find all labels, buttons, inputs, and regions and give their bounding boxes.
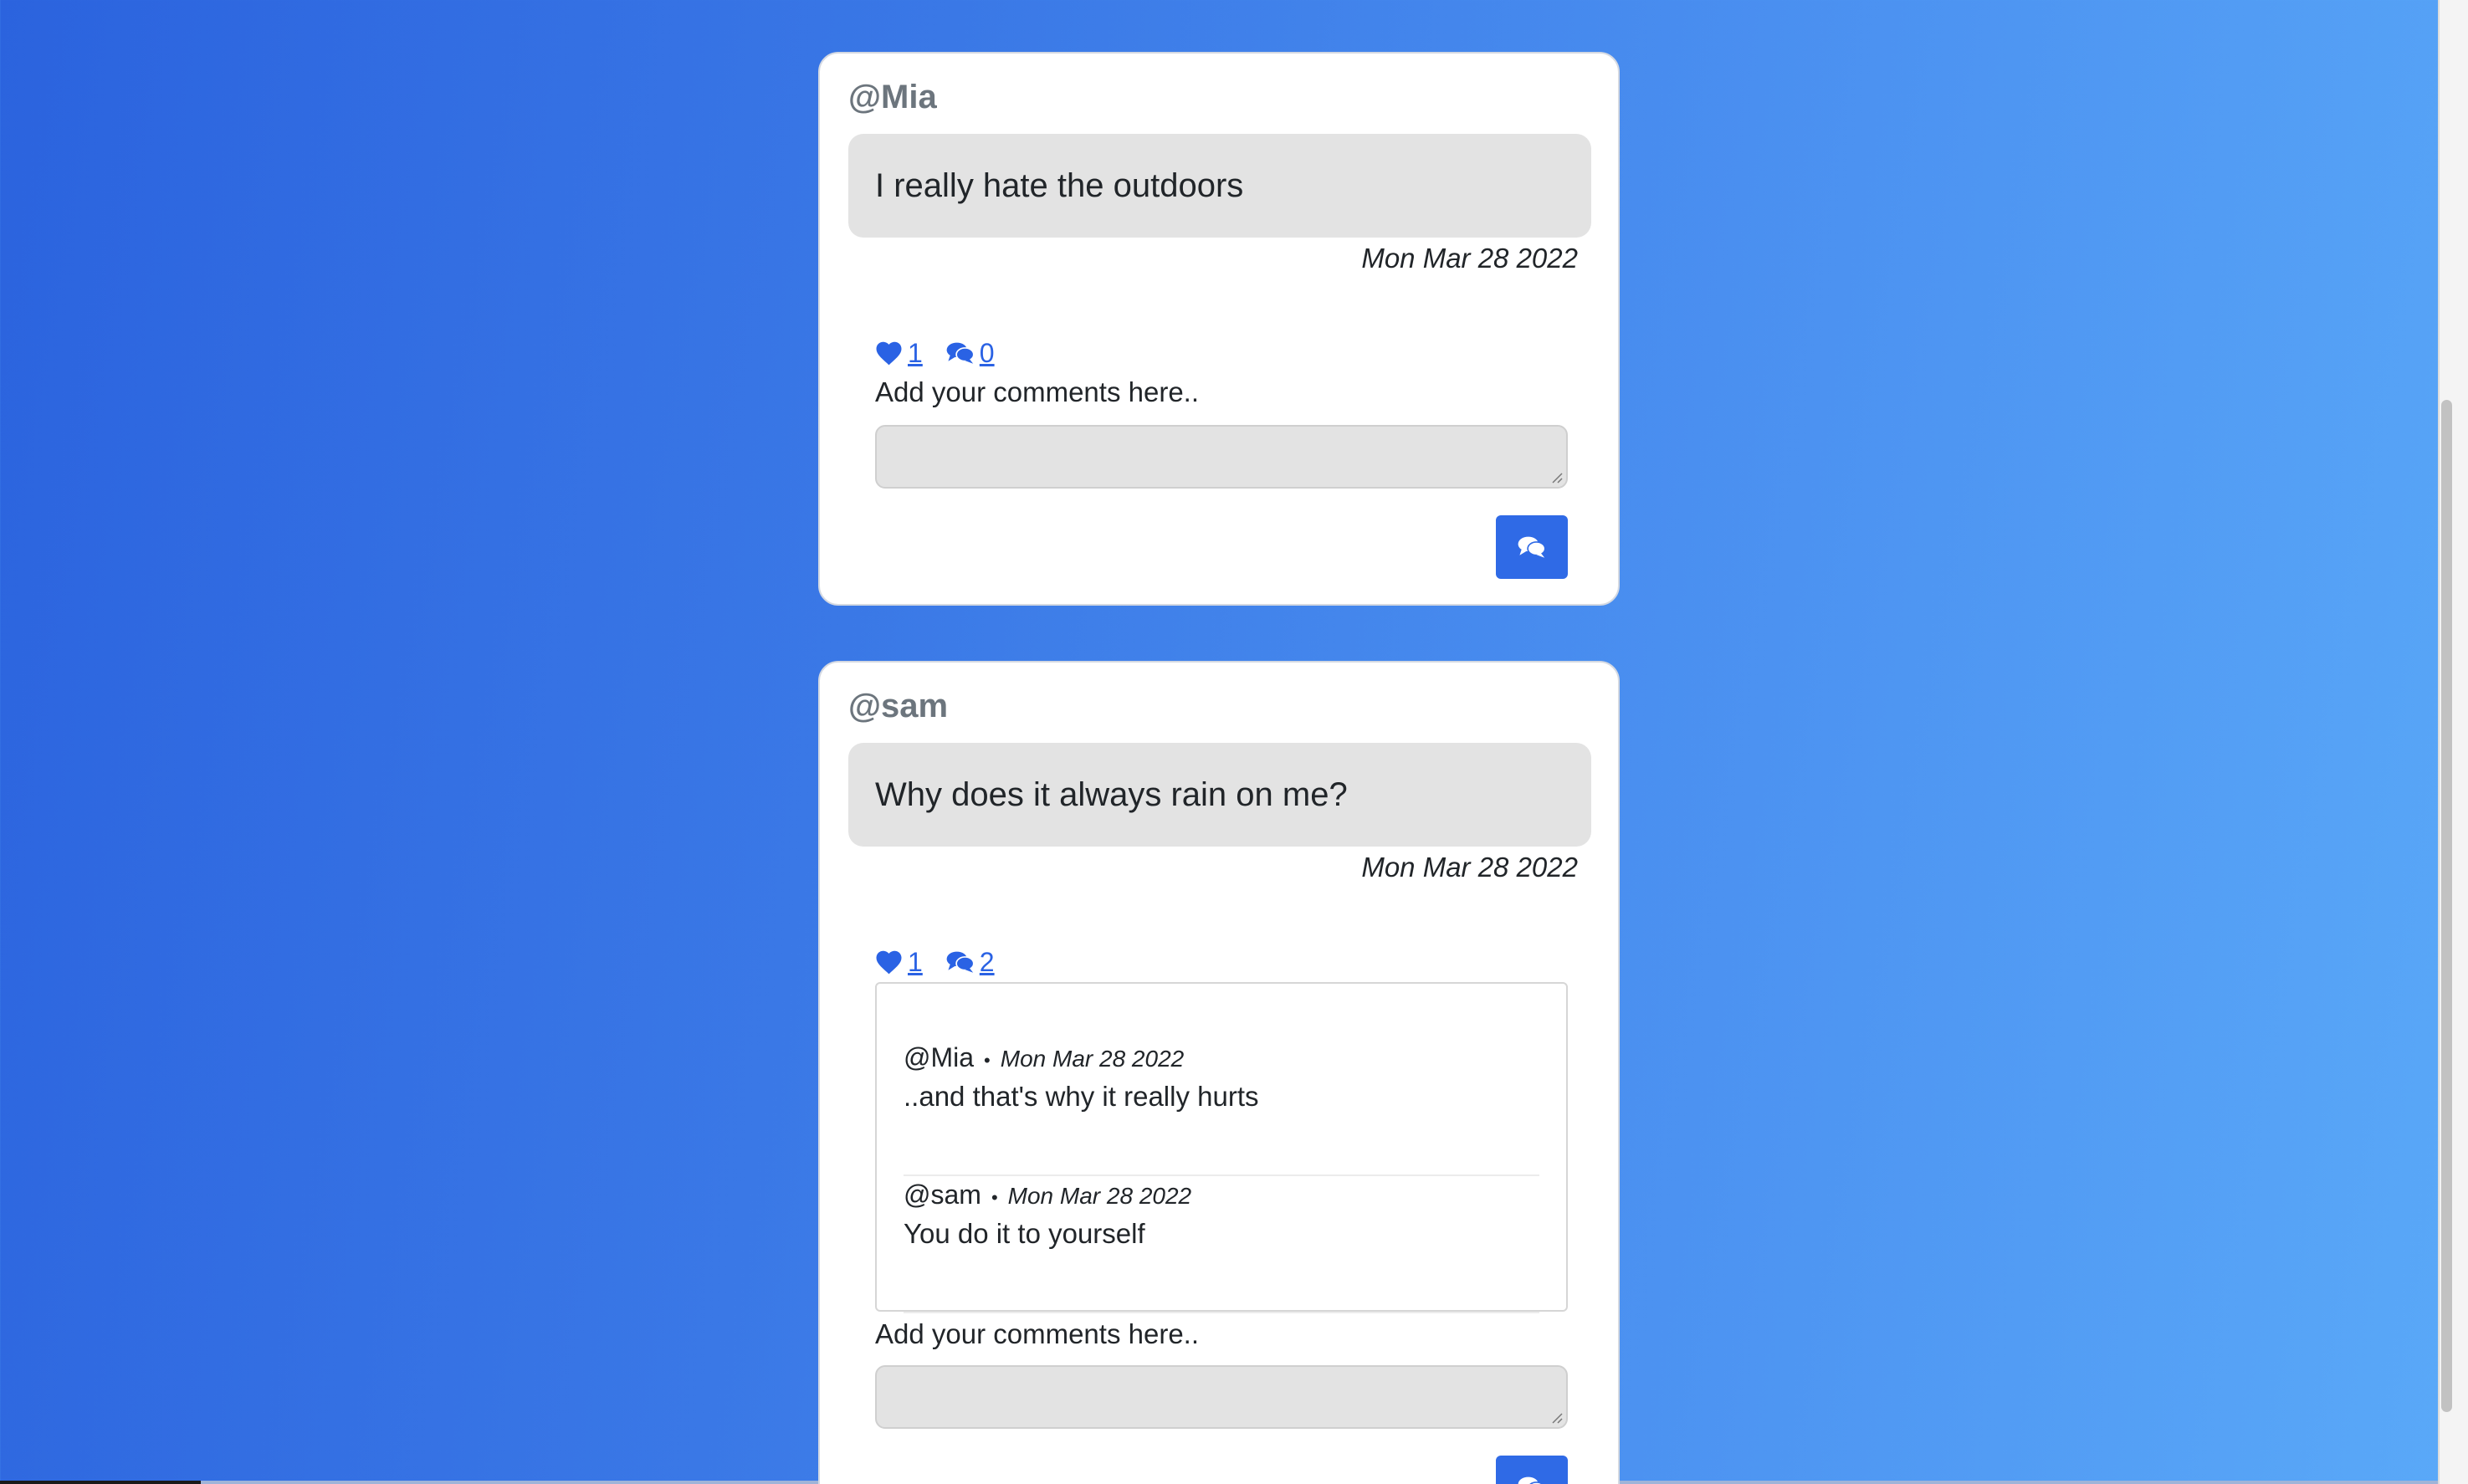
post-text-bubble: Why does it always rain on me? <box>848 743 1591 847</box>
send-comment-button[interactable] <box>1496 1456 1568 1484</box>
comment-text: You do it to yourself <box>904 1218 1145 1249</box>
post-date: Mon Mar 28 2022 <box>1361 243 1578 274</box>
resize-grip-icon[interactable] <box>1551 1412 1563 1424</box>
like-button[interactable]: 1 <box>875 947 923 978</box>
like-count: 1 <box>908 337 923 368</box>
comment-count-button[interactable]: 0 <box>946 338 995 369</box>
comment-author[interactable]: @Mia <box>904 1042 974 1073</box>
comment-date: Mon Mar 28 2022 <box>1007 1183 1192 1209</box>
like-button[interactable]: 1 <box>875 338 923 369</box>
comment-textarea[interactable] <box>875 1365 1568 1429</box>
comment-meta: @sam • Mon Mar 28 2022 <box>904 1180 1191 1210</box>
post-card: @Mia I really hate the outdoors Mon Mar … <box>818 52 1620 606</box>
comments-icon <box>1518 536 1546 558</box>
comments-icon <box>1518 1476 1544 1484</box>
window-bottom-edge-dark <box>0 1481 201 1484</box>
meta-separator: • <box>991 1187 998 1208</box>
post-date: Mon Mar 28 2022 <box>1361 852 1578 883</box>
comment-text: ..and that's why it really hurts <box>904 1081 1259 1112</box>
post-text-bubble: I really hate the outdoors <box>848 134 1591 238</box>
post-counters: 1 2 <box>875 944 995 980</box>
comments-list: @Mia • Mon Mar 28 2022 ..and that's why … <box>875 982 1568 1313</box>
post-counters: 1 0 <box>875 335 995 371</box>
like-count: 1 <box>908 946 923 977</box>
comment-count-button[interactable]: 2 <box>946 947 995 978</box>
comment-item: @sam • Mon Mar 28 2022 You do it to your… <box>904 1180 1539 1313</box>
comment-count: 2 <box>979 946 995 977</box>
comment-author[interactable]: @sam <box>904 1180 981 1210</box>
comment-input-label: Add your comments here.. <box>875 376 1200 407</box>
post-author[interactable]: @Mia <box>848 79 937 116</box>
comment-count: 0 <box>979 337 995 368</box>
heart-icon <box>876 950 902 975</box>
scrollbar-thumb[interactable] <box>2441 400 2452 1412</box>
heart-icon <box>876 341 902 366</box>
post-card: @sam Why does it always rain on me? Mon … <box>818 661 1620 1484</box>
comments-icon <box>946 951 975 973</box>
post-text: I really hate the outdoors <box>875 166 1244 204</box>
meta-separator: • <box>984 1050 991 1071</box>
comment-date: Mon Mar 28 2022 <box>1000 1046 1185 1072</box>
comment-meta: @Mia • Mon Mar 28 2022 <box>904 1042 1184 1073</box>
post-text: Why does it always rain on me? <box>875 775 1348 813</box>
comments-icon <box>946 342 975 364</box>
resize-grip-icon[interactable] <box>1551 472 1563 484</box>
comment-input-label: Add your comments here.. <box>875 1318 1200 1349</box>
page-background: { "posts": [ { "author": "@Mia", "text":… <box>0 0 2468 1484</box>
send-comment-button[interactable] <box>1496 515 1568 579</box>
post-author[interactable]: @sam <box>848 688 948 725</box>
comment-textarea[interactable] <box>875 425 1568 489</box>
comment-item: @Mia • Mon Mar 28 2022 ..and that's why … <box>904 1042 1539 1176</box>
